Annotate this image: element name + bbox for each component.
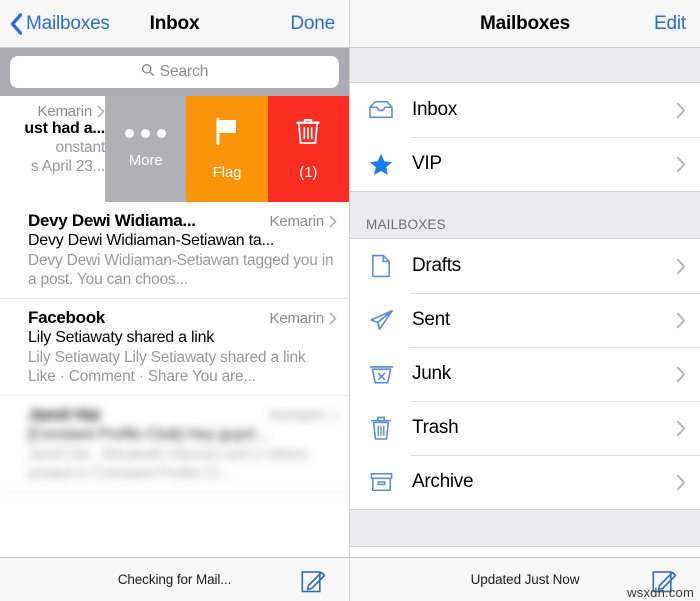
mailbox-label: Drafts (412, 255, 461, 276)
delete-action-count: (1) (299, 164, 318, 181)
mail-status-label: Checking for Mail... (117, 572, 232, 587)
junk-bin-icon (366, 363, 396, 386)
message-preview: Lily Setiawaty Lily Setiawaty shared a l… (28, 349, 306, 385)
compose-icon[interactable] (301, 567, 327, 593)
message-row-header: Facebook Kemarin (28, 308, 337, 328)
mailboxes-panel: Mailboxes Edit Inbox VIP MAILBOXES Draft… (350, 0, 700, 601)
mailbox-row-drafts[interactable]: Drafts (350, 239, 700, 293)
split-view-screen: Mailboxes Inbox Done Search Kemarin ust … (0, 0, 700, 601)
message-row[interactable]: Jamil Hai Kemarin [Constant Profits Club… (0, 396, 349, 493)
update-status-label: Updated Just Now (470, 572, 580, 587)
swiped-row-preview-line2: s April 23... (30, 158, 105, 175)
chevron-right-icon (97, 105, 105, 118)
chevron-right-icon (676, 312, 686, 329)
bottom-group-spacer (350, 509, 700, 547)
swiped-row-subject: ust had a... (24, 120, 105, 137)
chevron-left-icon (10, 12, 23, 35)
mailbox-row-trash[interactable]: Trash (350, 401, 700, 455)
mailboxes-section-header: MAILBOXES (350, 191, 700, 239)
message-meta: Kemarin (262, 407, 337, 424)
section-title: MAILBOXES (366, 217, 446, 232)
message-date: Kemarin (269, 213, 325, 230)
message-date: Kemarin (269, 407, 325, 424)
message-preview: Jamil Hai , Elizabeth Hanson and 2 other… (28, 446, 309, 482)
swiped-row-text: Kemarin ust had a... onstant s April 23.… (0, 96, 105, 176)
chevron-right-icon (676, 102, 686, 119)
inbox-toolbar: Checking for Mail... (0, 557, 349, 601)
mailbox-label: Archive (412, 471, 474, 492)
message-subject: [Constant Profits Club] Hey guys!... (28, 426, 268, 443)
top-group-spacer (350, 48, 700, 83)
back-button-label: Mailboxes (26, 12, 110, 34)
message-row-header: Devy Dewi Widiama... Kemarin (28, 211, 337, 231)
mailbox-row-archive[interactable]: Archive (350, 455, 700, 509)
message-row[interactable]: Facebook Kemarin Lily Setiawaty shared a… (0, 299, 349, 396)
mailbox-label: Junk (412, 363, 451, 384)
chevron-right-icon (676, 474, 686, 491)
paper-plane-icon (366, 309, 396, 332)
mailbox-label: VIP (412, 153, 442, 174)
mailbox-label: Trash (412, 417, 459, 438)
message-row-header: Jamil Hai Kemarin (28, 405, 337, 425)
trash-icon (366, 415, 396, 441)
search-icon (141, 63, 155, 82)
swipe-action-buttons: More Flag (1) (105, 96, 349, 202)
mailbox-label: Sent (412, 309, 450, 330)
more-action-label: More (128, 152, 163, 169)
done-button[interactable]: Done (290, 13, 335, 35)
mailbox-row-vip[interactable]: VIP (350, 137, 700, 191)
chevron-right-icon (676, 366, 686, 383)
chevron-right-icon (329, 409, 337, 422)
chevron-right-icon (329, 215, 337, 228)
mailbox-row-junk[interactable]: Junk (350, 347, 700, 401)
chevron-right-icon (676, 156, 686, 173)
flag-action-button[interactable]: Flag (186, 96, 268, 202)
document-icon (366, 254, 396, 278)
archive-box-icon (366, 471, 396, 493)
swiped-message-row[interactable]: Kemarin ust had a... onstant s April 23.… (0, 96, 349, 202)
message-date: Kemarin (269, 310, 325, 327)
message-row[interactable]: Devy Dewi Widiama... Kemarin Devy Dewi W… (0, 202, 349, 299)
message-subject: Lily Setiawaty shared a link (28, 329, 214, 346)
mailbox-label: Inbox (412, 99, 457, 120)
message-sender: Devy Dewi Widiama... (28, 211, 196, 230)
message-meta: Kemarin (262, 310, 337, 327)
mailboxes-title: Mailboxes (479, 12, 571, 34)
ellipsis-icon (125, 129, 167, 138)
search-input[interactable]: Search (10, 56, 339, 88)
mailbox-row-inbox[interactable]: Inbox (350, 83, 700, 137)
search-placeholder: Search (159, 63, 209, 80)
trash-icon (296, 117, 321, 150)
flag-icon (214, 117, 240, 150)
star-icon (366, 153, 396, 176)
watermark: wsxdn.com (627, 585, 694, 600)
swiped-row-preview-line1: onstant (55, 139, 105, 156)
chevron-right-icon (676, 258, 686, 275)
inbox-panel: Mailboxes Inbox Done Search Kemarin ust … (0, 0, 350, 601)
inbox-tray-icon (366, 99, 396, 121)
swiped-row-content: Kemarin ust had a... onstant s April 23.… (0, 96, 105, 202)
back-to-mailboxes-button[interactable]: Mailboxes (10, 13, 110, 35)
search-bar-container: Search (0, 48, 349, 96)
inbox-navbar: Mailboxes Inbox Done (0, 0, 349, 48)
edit-button[interactable]: Edit (654, 13, 686, 35)
chevron-right-icon (676, 420, 686, 437)
flag-action-label: Flag (212, 164, 242, 181)
chevron-right-icon (329, 312, 337, 325)
delete-action-button[interactable]: (1) (267, 96, 349, 202)
mailboxes-navbar: Mailboxes Edit (350, 0, 700, 48)
more-action-button[interactable]: More (105, 96, 187, 202)
swiped-row-date-wrap: Kemarin (0, 103, 105, 120)
swiped-row-date: Kemarin (37, 103, 93, 120)
message-sender: Facebook (28, 308, 105, 327)
mailbox-row-sent[interactable]: Sent (350, 293, 700, 347)
message-sender: Jamil Hai (28, 405, 100, 424)
message-meta: Kemarin (262, 213, 337, 230)
message-preview: Devy Dewi Widiaman-Setiawan tagged you i… (28, 252, 334, 288)
message-subject: Devy Dewi Widiaman-Setiawan ta... (28, 232, 275, 249)
